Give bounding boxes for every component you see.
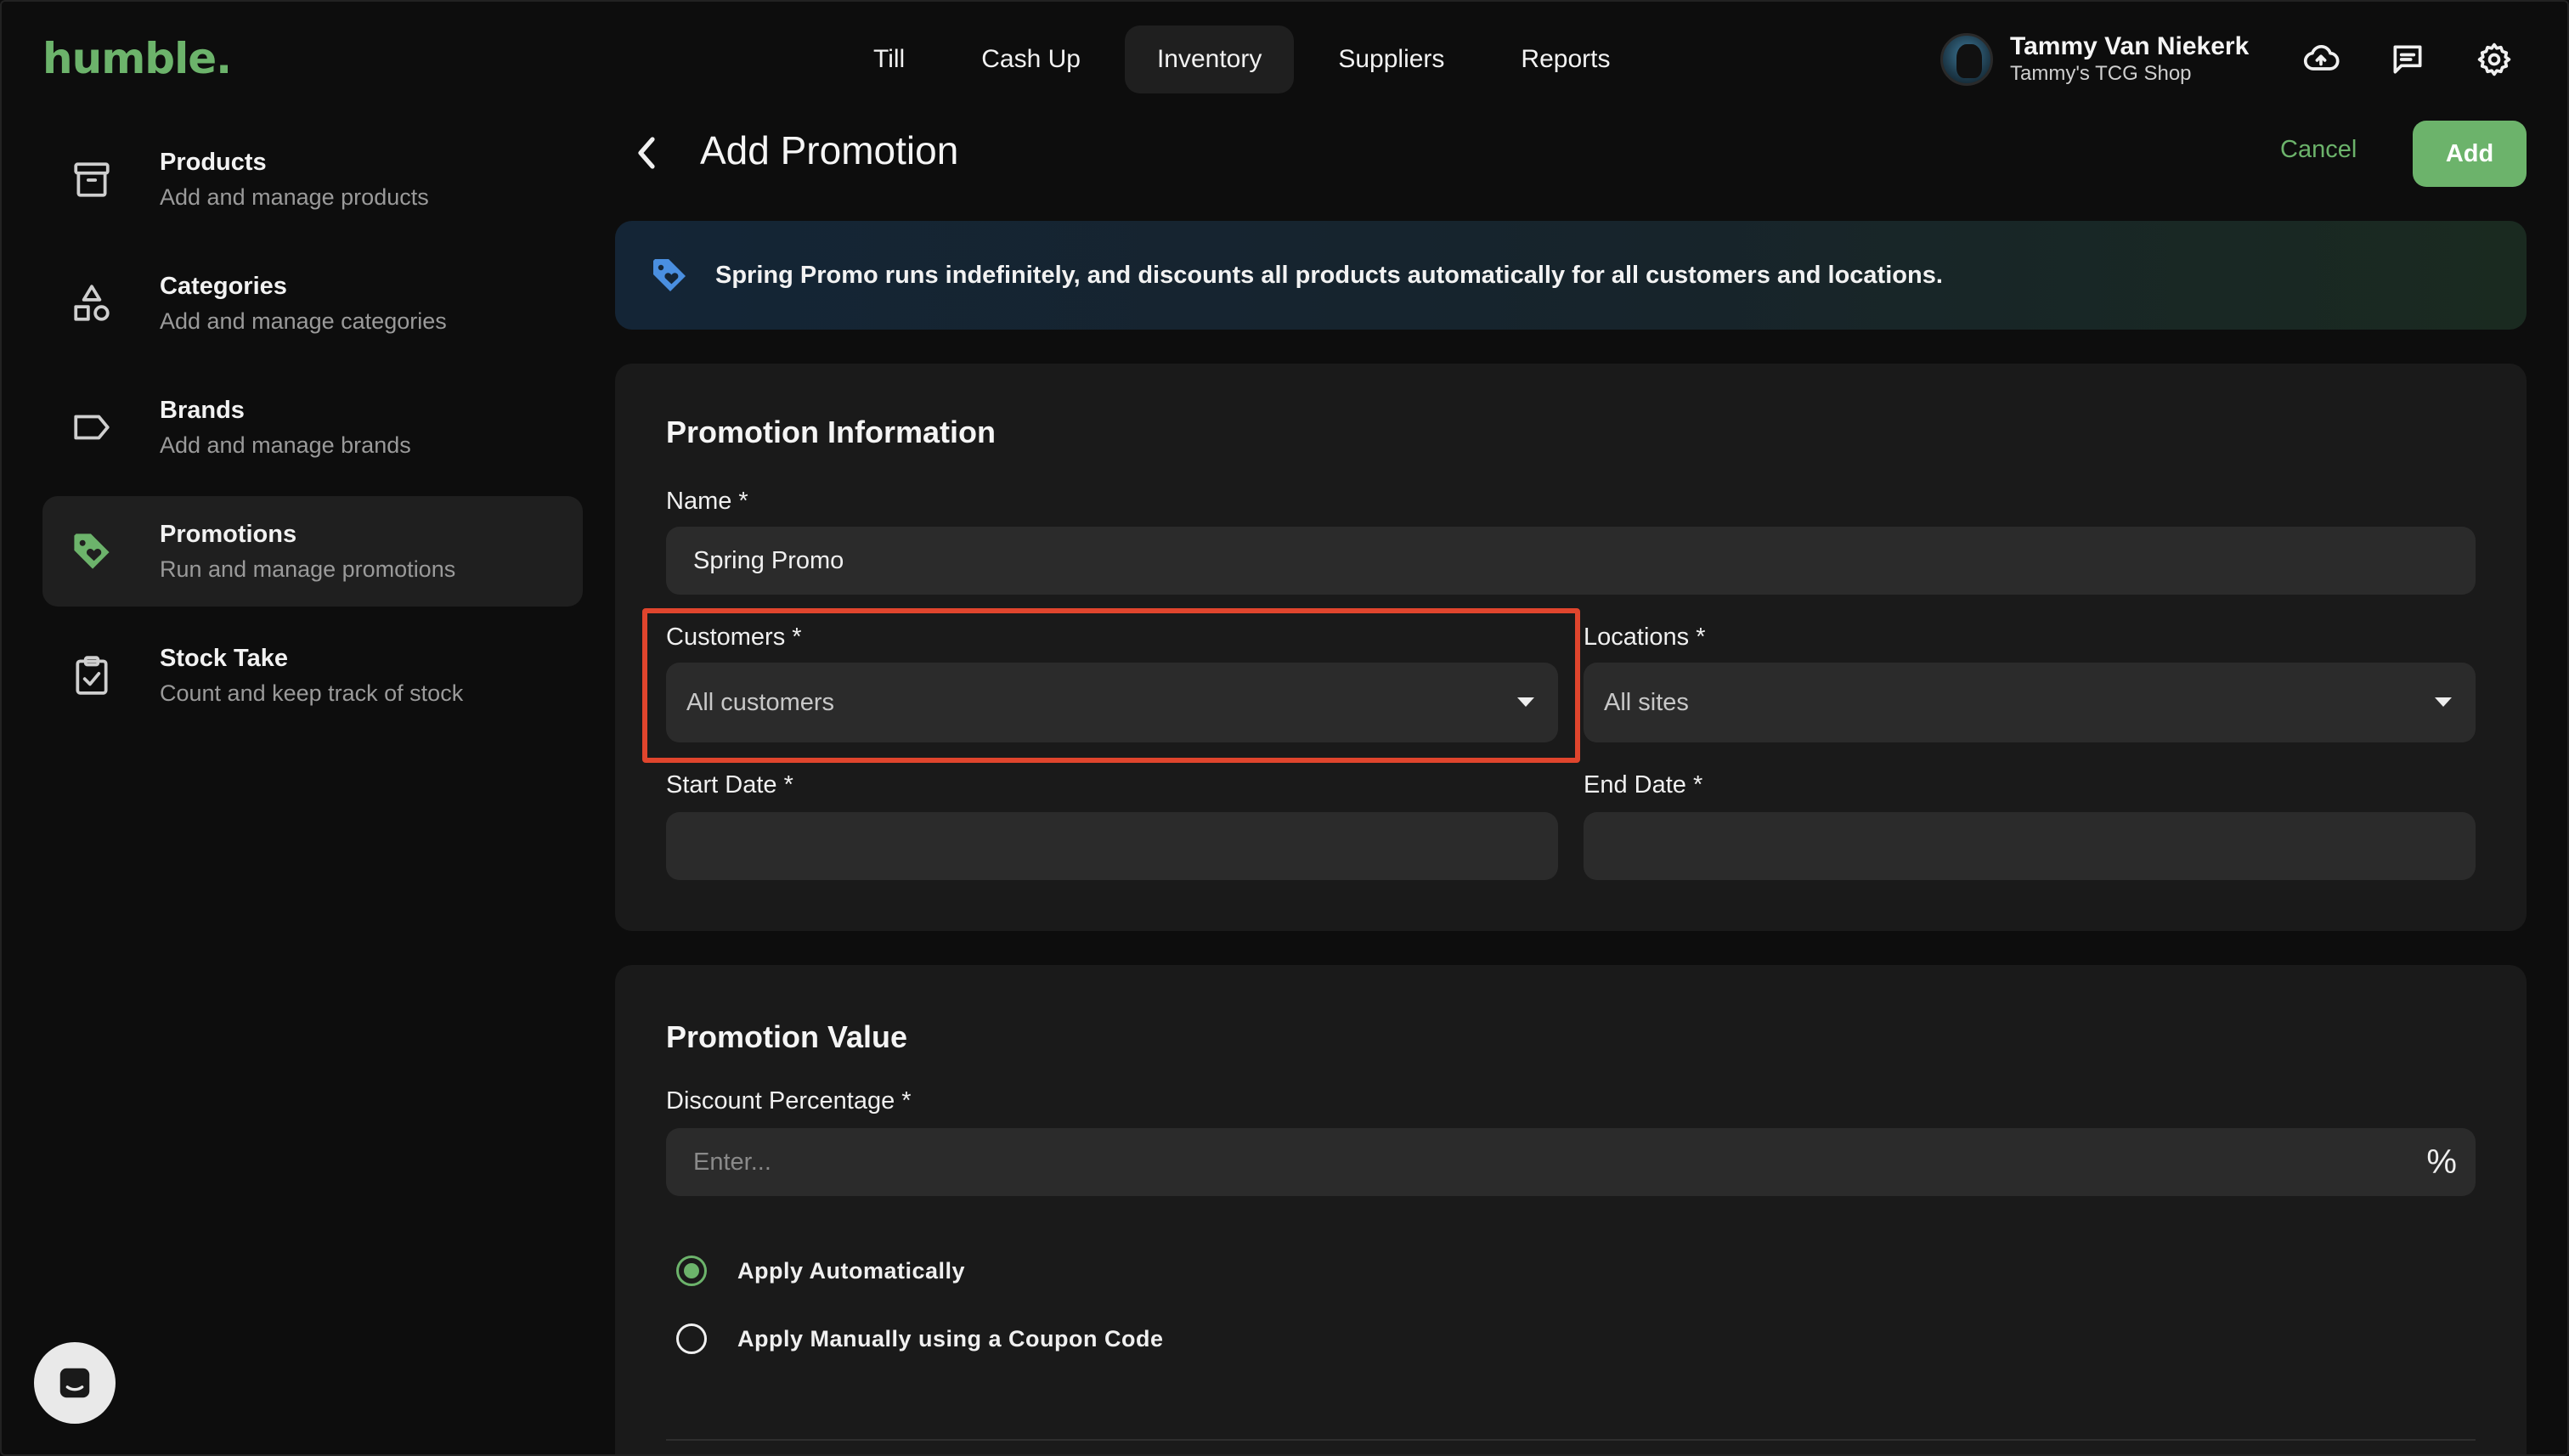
end-date-label: End Date * xyxy=(1584,771,1703,799)
apply-manually-option[interactable]: Apply Manually using a Coupon Code xyxy=(676,1323,1164,1354)
start-date-label: Start Date * xyxy=(666,771,793,799)
sidebar: Products Add and manage products Categor… xyxy=(42,124,583,744)
label-tag-icon xyxy=(68,404,116,451)
promo-tag-icon xyxy=(653,259,686,291)
sidebar-item-products[interactable]: Products Add and manage products xyxy=(42,124,583,234)
sidebar-item-title: Brands xyxy=(160,397,245,424)
top-navigation: Till Cash Up Inventory Suppliers Reports xyxy=(841,25,1642,93)
sidebar-item-stock-take[interactable]: Stock Take Count and keep track of stock xyxy=(42,620,583,731)
percent-icon: % xyxy=(2426,1143,2457,1181)
user-shop: Tammy's TCG Shop xyxy=(2010,62,2192,85)
banner-text: Spring Promo runs indefinitely, and disc… xyxy=(715,261,1943,289)
sidebar-item-subtitle: Add and manage categories xyxy=(160,308,447,334)
nav-reports[interactable]: Reports xyxy=(1488,25,1642,93)
chevron-left-icon xyxy=(638,137,655,169)
cancel-button[interactable]: Cancel xyxy=(2280,136,2357,164)
sidebar-item-subtitle: Add and manage brands xyxy=(160,432,411,458)
name-label: Name * xyxy=(666,488,748,515)
avatar xyxy=(1940,33,1993,86)
user-profile[interactable]: Tammy Van Niekerk Tammy's TCG Shop xyxy=(1940,29,2249,90)
settings-gear-icon[interactable] xyxy=(2472,37,2516,82)
sidebar-item-subtitle: Count and keep track of stock xyxy=(160,680,464,706)
divider xyxy=(666,1439,2476,1441)
promotion-value-card: Promotion Value Discount Percentage * En… xyxy=(615,965,2527,1456)
nav-till[interactable]: Till xyxy=(841,25,937,93)
radio-label: Apply Manually using a Coupon Code xyxy=(737,1325,1164,1352)
discount-placeholder: Enter... xyxy=(693,1148,771,1176)
nav-inventory[interactable]: Inventory xyxy=(1124,25,1295,93)
page-title: Add Promotion xyxy=(700,128,959,172)
nav-suppliers[interactable]: Suppliers xyxy=(1306,25,1476,93)
discount-percentage-input[interactable]: Enter... % xyxy=(666,1128,2476,1196)
apply-automatically-option[interactable]: Apply Automatically xyxy=(676,1256,965,1286)
locations-select[interactable]: All sites xyxy=(1584,663,2476,742)
nav-cash-up[interactable]: Cash Up xyxy=(949,25,1113,93)
promotion-summary-banner: Spring Promo runs indefinitely, and disc… xyxy=(615,221,2527,330)
caret-down-icon xyxy=(2435,697,2452,707)
discount-percentage-label: Discount Percentage * xyxy=(666,1087,912,1115)
section-title: Promotion Value xyxy=(666,1019,908,1054)
end-date-input[interactable] xyxy=(1584,812,2476,880)
promo-tag-icon xyxy=(68,528,116,575)
chat-support-button[interactable] xyxy=(34,1342,116,1424)
radio-label: Apply Automatically xyxy=(737,1257,966,1284)
humble-logo: humble. xyxy=(42,34,232,83)
user-name: Tammy Van Niekerk xyxy=(2010,32,2250,60)
name-input[interactable]: Spring Promo xyxy=(666,527,2476,595)
cloud-upload-icon[interactable] xyxy=(2299,37,2343,82)
back-button[interactable] xyxy=(634,133,668,173)
sidebar-item-categories[interactable]: Categories Add and manage categories xyxy=(42,248,583,358)
sidebar-item-subtitle: Run and manage promotions xyxy=(160,556,456,582)
section-title: Promotion Information xyxy=(666,415,996,449)
add-button[interactable]: Add xyxy=(2413,121,2527,187)
sidebar-item-title: Stock Take xyxy=(160,645,288,672)
name-input-value: Spring Promo xyxy=(693,546,844,574)
locations-label: Locations * xyxy=(1584,624,1706,651)
radio-selected[interactable] xyxy=(676,1256,707,1286)
message-icon[interactable] xyxy=(2386,37,2430,82)
archive-box-icon xyxy=(68,155,116,203)
shapes-icon xyxy=(68,279,116,327)
sidebar-item-title: Promotions xyxy=(160,521,297,548)
sidebar-item-title: Categories xyxy=(160,273,287,300)
customers-field-highlight xyxy=(642,608,1580,763)
locations-select-value: All sites xyxy=(1604,688,1689,716)
start-date-input[interactable] xyxy=(666,812,1558,880)
chat-icon xyxy=(59,1368,90,1398)
sidebar-item-promotions[interactable]: Promotions Run and manage promotions xyxy=(42,496,583,607)
radio-unselected[interactable] xyxy=(676,1323,707,1354)
sidebar-item-brands[interactable]: Brands Add and manage brands xyxy=(42,372,583,483)
sidebar-item-title: Products xyxy=(160,149,267,176)
sidebar-item-subtitle: Add and manage products xyxy=(160,184,429,210)
clipboard-check-icon xyxy=(68,652,116,699)
